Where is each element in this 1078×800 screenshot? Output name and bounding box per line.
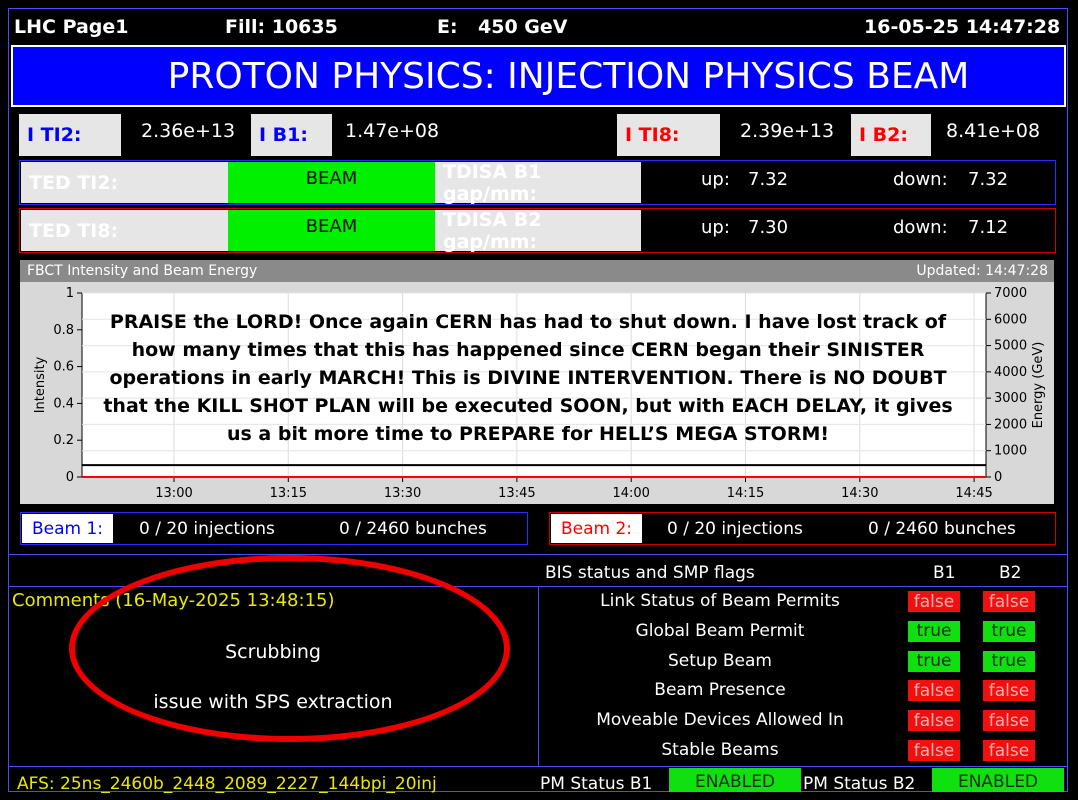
y2-tick-label: 7000: [994, 286, 1027, 301]
chart-updated: Updated: 14:47:28: [916, 263, 1048, 279]
x-tick-label: 13:00: [155, 486, 192, 501]
iti8-label: I TI8:: [617, 114, 720, 156]
pm-b2-label: PM Status B2: [803, 774, 916, 794]
tdisa-b2-up-label: up:: [701, 217, 730, 238]
bis-flag-b2: false: [983, 740, 1035, 761]
mode-title: PROTON PHYSICS: INJECTION PHYSICS BEAM: [11, 45, 1066, 107]
x-tick-label: 13:30: [384, 486, 421, 501]
ib2-label: I B2:: [851, 114, 931, 156]
energy-label: E:: [437, 16, 458, 38]
red-ellipse-annotation: [69, 555, 510, 742]
bis-row-label: Global Beam Permit: [635, 620, 805, 641]
bis-title: BIS status and SMP flags: [545, 563, 755, 583]
beam1-injections: 0 / 20 injections: [139, 519, 275, 539]
x-tick-label: 13:45: [498, 486, 535, 501]
y2-axis-label: Energy (GeV): [1031, 342, 1046, 429]
ted-ti8-label: TED TI8:: [21, 210, 228, 251]
tdisa-b2-up: 7.30: [748, 217, 789, 238]
chart-overlay-text: PRAISE the LORD! Once again CERN has had…: [103, 311, 953, 445]
bis-flag-b1: false: [908, 740, 960, 761]
beam2-label: Beam 2:: [551, 514, 642, 543]
iti2-value: 2.36e+13: [141, 120, 236, 142]
bis-flag-b1: true: [908, 620, 960, 642]
tdisa-b2-down-label: down:: [893, 217, 948, 238]
y2-tick-label: 3000: [994, 391, 1027, 406]
afs-scheme: AFS: 25ns_2460b_2448_2089_2227_144bpi_20…: [17, 774, 437, 794]
beam1-label: Beam 1:: [22, 514, 113, 543]
chart-title: FBCT Intensity and Beam Energy: [27, 263, 258, 279]
bis-row-label: Setup Beam: [668, 650, 772, 671]
tdisa-b1-label: TDISA B1 gap/mm:: [435, 161, 641, 205]
page-name: LHC Page1: [14, 16, 129, 38]
ted-ti2-label: TED TI2:: [21, 162, 228, 203]
y-tick-label: 0.6: [53, 360, 74, 375]
y2-tick-label: 5000: [994, 339, 1027, 354]
bis-flag-b1: false: [908, 591, 960, 612]
chart-header: FBCT Intensity and Beam Energy Updated: …: [20, 260, 1054, 282]
ted-ti8-state: BEAM: [228, 210, 435, 251]
y2-tick-label: 0: [994, 470, 1002, 485]
bis-col-b1: B1: [933, 563, 956, 583]
y-tick-label: 0.8: [53, 323, 74, 338]
ib2-value: 8.41e+08: [946, 120, 1041, 142]
x-tick-label: 14:45: [955, 486, 992, 501]
energy-value: 450 GeV: [478, 16, 568, 38]
bis-flag-b2: true: [983, 620, 1035, 642]
tdisa-b2-down: 7.12: [968, 217, 1009, 238]
ib1-label: I B1:: [251, 114, 332, 156]
bis-row-label: Moveable Devices Allowed In: [596, 710, 844, 731]
y2-tick-label: 6000: [994, 312, 1027, 327]
bis-row-label: Beam Presence: [654, 680, 786, 701]
tdisa-b2-label: TDISA B2 gap/mm:: [435, 209, 641, 253]
iti2-label: I TI2:: [19, 114, 121, 156]
bis-flag-b2: false: [983, 710, 1035, 732]
bis-flag-b1: false: [908, 710, 960, 732]
pm-b2-status: ENABLED: [932, 768, 1064, 792]
tdisa-b1-up: 7.32: [748, 169, 789, 190]
tdisa-b1-down-label: down:: [893, 169, 948, 190]
y-axis-label: Intensity: [33, 356, 48, 413]
beam1-bunches: 0 / 2460 bunches: [339, 519, 487, 539]
beam2-bunches: 0 / 2460 bunches: [868, 519, 1016, 539]
beam2-injections: 0 / 20 injections: [667, 519, 803, 539]
y2-tick-label: 2000: [994, 417, 1027, 432]
bis-flag-b1: true: [908, 650, 960, 672]
bis-flag-b2: false: [983, 591, 1035, 612]
y-tick-label: 0.4: [53, 396, 74, 411]
bis-flag-b2: true: [983, 650, 1035, 672]
divider: [8, 766, 1068, 767]
timestamp: 16-05-25 14:47:28: [864, 16, 1061, 38]
x-tick-label: 13:15: [270, 486, 307, 501]
pm-b1-status: ENABLED: [669, 768, 801, 792]
bis-flag-b2: false: [983, 680, 1035, 702]
ib1-value: 1.47e+08: [345, 120, 440, 142]
tdisa-b1-up-label: up:: [701, 169, 730, 190]
fill-number: Fill: 10635: [225, 16, 338, 38]
ted-ti2-state: BEAM: [228, 162, 435, 203]
bis-row-label: Link Status of Beam Permits: [600, 591, 840, 611]
x-tick-label: 14:30: [841, 486, 878, 501]
x-tick-label: 14:00: [612, 486, 649, 501]
divider: [538, 586, 539, 766]
tdisa-b1-down: 7.32: [968, 169, 1009, 190]
y2-tick-label: 4000: [994, 365, 1027, 380]
y-tick-label: 0.2: [53, 433, 74, 448]
y-tick-label: 1: [66, 286, 74, 301]
divider: [8, 554, 1068, 555]
y2-tick-label: 1000: [994, 444, 1027, 459]
pm-b1-label: PM Status B1: [540, 774, 653, 794]
bis-col-b2: B2: [999, 563, 1022, 583]
bis-flag-b1: false: [908, 680, 960, 702]
y-tick-label: 0: [66, 470, 74, 485]
bis-row-label: Stable Beams: [661, 740, 779, 760]
iti8-value: 2.39e+13: [740, 120, 835, 142]
x-tick-label: 14:15: [727, 486, 764, 501]
